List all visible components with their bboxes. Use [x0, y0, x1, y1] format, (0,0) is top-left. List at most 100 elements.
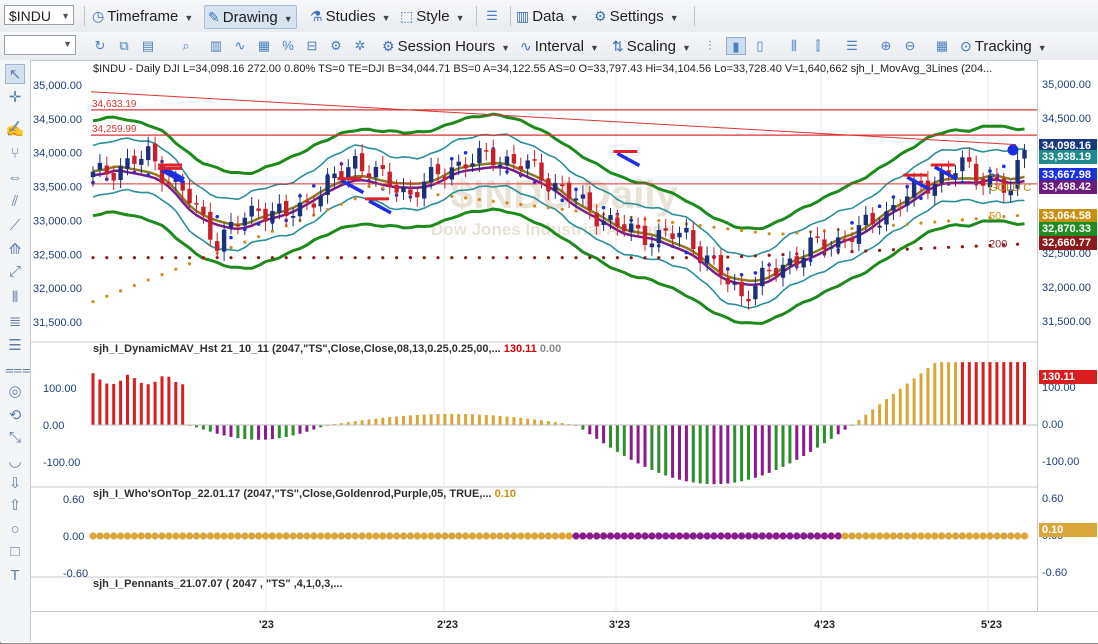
layout-icon[interactable]: ☰: [482, 7, 502, 25]
candle-body: [532, 159, 537, 161]
style-menu[interactable]: ⬚ Style ▼: [400, 5, 465, 27]
move-icon[interactable]: ⇔: [5, 168, 25, 188]
interval-menu[interactable]: ∿ Interval ▼: [520, 35, 599, 57]
zoom-in-icon[interactable]: ⊕: [876, 37, 896, 55]
histogram-bar: [105, 383, 109, 425]
ma50-dot: [546, 206, 551, 210]
fork-icon[interactable]: ⑂: [5, 144, 25, 164]
tracking-menu[interactable]: ⊙ Tracking ▼: [960, 35, 1047, 57]
candle-body: [608, 215, 613, 221]
price-axis[interactable]: 35,000.0034,500.0034,000.0033,500.0033,0…: [1037, 60, 1098, 611]
drawing-menu[interactable]: ✎ Drawing ▼: [204, 5, 297, 29]
ma21-dot: [919, 196, 923, 201]
bars-icon[interactable]: ▥: [206, 37, 226, 55]
chart-canvas[interactable]: $INDU DailyDow Jones Industrial Average3…: [31, 60, 1037, 611]
timeframe-menu[interactable]: ◷ Timeframe ▼: [92, 5, 193, 27]
settings-grid-icon[interactable]: ✲: [350, 37, 370, 55]
session-hours-menu[interactable]: ⚙ Session Hours ▼: [382, 35, 510, 57]
wave-icon[interactable]: ∿: [230, 37, 250, 55]
time-axis[interactable]: '23 2'23 3'23 4'23 5'23: [31, 611, 1098, 643]
toolbar-divider: [476, 6, 477, 26]
wrench-icon[interactable]: ✍: [5, 120, 25, 140]
chart-area[interactable]: $INDU Daily Dow Jones Industrial Average 3…: [31, 60, 1037, 611]
studies-menu[interactable]: ⚗ Studies ▼: [310, 5, 391, 27]
copy-icon[interactable]: ⧉: [114, 37, 134, 55]
whos-on-top-dot: [255, 532, 263, 540]
rectangle-icon[interactable]: □: [5, 542, 25, 562]
zoom-out-icon[interactable]: ⊖: [900, 37, 920, 55]
hollow-candle-icon[interactable]: ▯: [750, 37, 770, 55]
histogram-bar: [533, 419, 537, 425]
arrow-down-icon[interactable]: ⇩: [5, 474, 25, 494]
arc-icon[interactable]: ◡: [5, 452, 25, 472]
bar-chart-icon[interactable]: ⫶: [700, 37, 720, 55]
spiral-icon[interactable]: ◎: [5, 382, 25, 402]
histogram-bar: [671, 425, 675, 478]
candle-body: [960, 157, 965, 172]
ma200-dot: [1016, 242, 1020, 246]
vertical-lines-icon[interactable]: ⦀: [5, 288, 25, 308]
symbol-selector[interactable]: $INDU ▼: [4, 5, 74, 25]
whos-on-top-dot: [206, 532, 214, 540]
scaling-menu[interactable]: ⇅ Scaling ▼: [612, 35, 691, 57]
whos-on-top-dot: [800, 532, 808, 540]
candle-body: [822, 239, 827, 250]
whos-on-top-dot: [386, 532, 394, 540]
candle-body: [111, 172, 116, 181]
ma50-dot: [905, 222, 909, 226]
candle-body: [746, 298, 751, 302]
chevron-down-icon[interactable]: ▼: [63, 39, 72, 49]
histogram-bar: [767, 425, 771, 473]
whos-on-top-dot: [275, 532, 283, 540]
settings-menu[interactable]: ⚙ Settings ▼: [594, 5, 679, 27]
gear-icon: ⚙: [594, 8, 607, 24]
histogram-bar: [229, 425, 233, 437]
chevron-down-icon[interactable]: ▼: [61, 6, 70, 26]
refresh-icon[interactable]: ↻: [90, 37, 110, 55]
cursor-icon[interactable]: ↖: [5, 64, 25, 84]
paste-icon[interactable]: ▤: [138, 37, 158, 55]
text-icon[interactable]: T: [5, 566, 25, 586]
grid-icon[interactable]: ▦: [932, 37, 952, 55]
ma200-dot: [132, 256, 136, 260]
ma200-dot: [174, 256, 178, 260]
ray-icon[interactable]: ⤢: [5, 262, 25, 282]
whos-on-top-dot: [738, 532, 746, 540]
shrink-icon[interactable]: ⫼: [784, 37, 804, 55]
gann-icon[interactable]: ⤡: [5, 428, 25, 448]
whos-on-top-dot: [406, 532, 414, 540]
channel-icon[interactable]: ⫽: [5, 192, 25, 212]
fan-icon[interactable]: ⟰: [5, 240, 25, 260]
candlestick-icon[interactable]: ▮: [726, 37, 746, 55]
data-menu[interactable]: ▥ Data ▼: [516, 5, 579, 27]
ma50-dot: [947, 219, 951, 223]
stats-icon[interactable]: ▦: [254, 37, 274, 55]
histogram-bar: [374, 418, 378, 425]
candle-body: [560, 184, 565, 187]
find-icon[interactable]: ⌕: [176, 37, 196, 55]
speed-lines-icon[interactable]: ⟲: [5, 406, 25, 426]
expand-icon[interactable]: ⫿: [808, 37, 828, 55]
parallel-lines-icon[interactable]: ⩶: [5, 360, 31, 380]
trendline-icon[interactable]: ⟋: [5, 216, 25, 236]
gear-icon[interactable]: ⚙: [326, 37, 346, 55]
whos-on-top-dot: [496, 532, 504, 540]
chart-icon[interactable]: ⊟: [302, 37, 322, 55]
chart-selector[interactable]: ▼: [4, 35, 76, 55]
candle-body: [856, 225, 862, 244]
fibonacci-icon[interactable]: ≣: [5, 312, 25, 332]
histogram-bar: [201, 425, 205, 430]
whos-on-top-dot: [531, 532, 539, 540]
arrow-up-icon[interactable]: ⇧: [5, 496, 25, 516]
horizontal-lines-icon[interactable]: ☰: [5, 336, 25, 356]
whos-on-top-dot: [1007, 532, 1015, 540]
price-axis-label-left: 34,500.00: [33, 114, 82, 126]
ma50-dot: [146, 278, 150, 282]
ellipse-icon[interactable]: ○: [5, 520, 25, 540]
whos-on-top-dot: [317, 532, 325, 540]
candle-body: [449, 167, 454, 180]
crosshair-icon[interactable]: ✛: [5, 88, 25, 108]
percent-icon[interactable]: %: [278, 37, 298, 55]
layout-icon[interactable]: ☰: [842, 37, 862, 55]
candle-body: [387, 171, 392, 187]
